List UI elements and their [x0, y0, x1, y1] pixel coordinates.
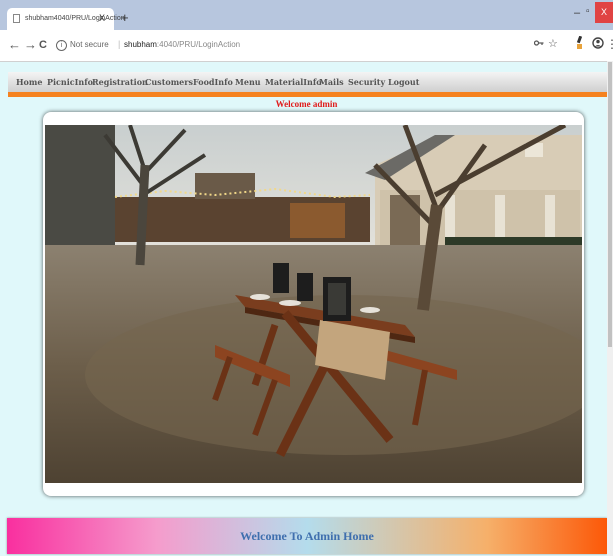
- maximize-icon[interactable]: ▫: [586, 6, 590, 17]
- welcome-message: Welcome admin: [275, 99, 338, 109]
- nav-foodinfo[interactable]: FoodInfo: [193, 77, 233, 87]
- browser-menu-icon[interactable]: ⋮: [606, 37, 613, 51]
- new-tab-icon[interactable]: +: [121, 11, 129, 24]
- nav-menu[interactable]: Menu: [235, 77, 261, 87]
- profile-icon[interactable]: [592, 37, 604, 52]
- url-text[interactable]: shubham:4040/PRU/LoginAction: [124, 40, 240, 49]
- hero-picnic-image: [45, 125, 582, 483]
- hero-image-card: [43, 112, 584, 496]
- nav-picnicinfo[interactable]: PicnicInfo: [47, 77, 93, 87]
- nav-home[interactable]: Home: [16, 77, 42, 87]
- nav-logout[interactable]: Logout: [388, 77, 419, 87]
- tab-close-icon[interactable]: X: [99, 13, 105, 23]
- minimize-icon[interactable]: –: [574, 7, 580, 19]
- url-host: shubham: [124, 40, 157, 49]
- scrollbar-thumb[interactable]: [608, 62, 612, 347]
- nav-registration[interactable]: Registration: [92, 77, 148, 87]
- site-navbar: Home PicnicInfo Registration Customers F…: [8, 72, 607, 97]
- url-path: :4040/PRU/LoginAction: [156, 40, 241, 49]
- nav-mails[interactable]: Mails: [319, 77, 344, 87]
- nav-materialinfo[interactable]: MaterialInfo: [265, 77, 322, 87]
- bookmark-star-icon[interactable]: ☆: [548, 37, 558, 50]
- key-icon[interactable]: [533, 39, 544, 49]
- forward-icon[interactable]: →: [24, 38, 37, 52]
- banner-title: Welcome To Admin Home: [240, 529, 374, 543]
- page-icon: [13, 14, 20, 23]
- reload-icon[interactable]: C: [39, 38, 47, 52]
- extension-icon[interactable]: [576, 35, 583, 50]
- admin-home-banner: Welcome To Admin Home: [7, 518, 607, 554]
- nav-customers[interactable]: Customers: [145, 77, 193, 87]
- window-close-icon[interactable]: X: [595, 2, 613, 23]
- nav-security[interactable]: Security: [348, 77, 385, 87]
- address-toolbar: ← → C i Not secure | shubham:4040/PRU/Lo…: [0, 30, 613, 62]
- back-icon[interactable]: ←: [8, 38, 21, 52]
- info-icon[interactable]: i: [56, 40, 67, 51]
- url-divider: |: [118, 39, 121, 49]
- browser-tab-strip: shubham4040/PRU/LoginAction X + – ▫ X: [0, 0, 613, 30]
- address-bar[interactable]: i Not secure | shubham:4040/PRU/LoginAct…: [50, 35, 575, 56]
- tab-title: shubham4040/PRU/LoginAction: [25, 15, 125, 22]
- browser-tab[interactable]: shubham4040/PRU/LoginAction X: [7, 8, 125, 30]
- security-label[interactable]: Not secure: [70, 40, 109, 49]
